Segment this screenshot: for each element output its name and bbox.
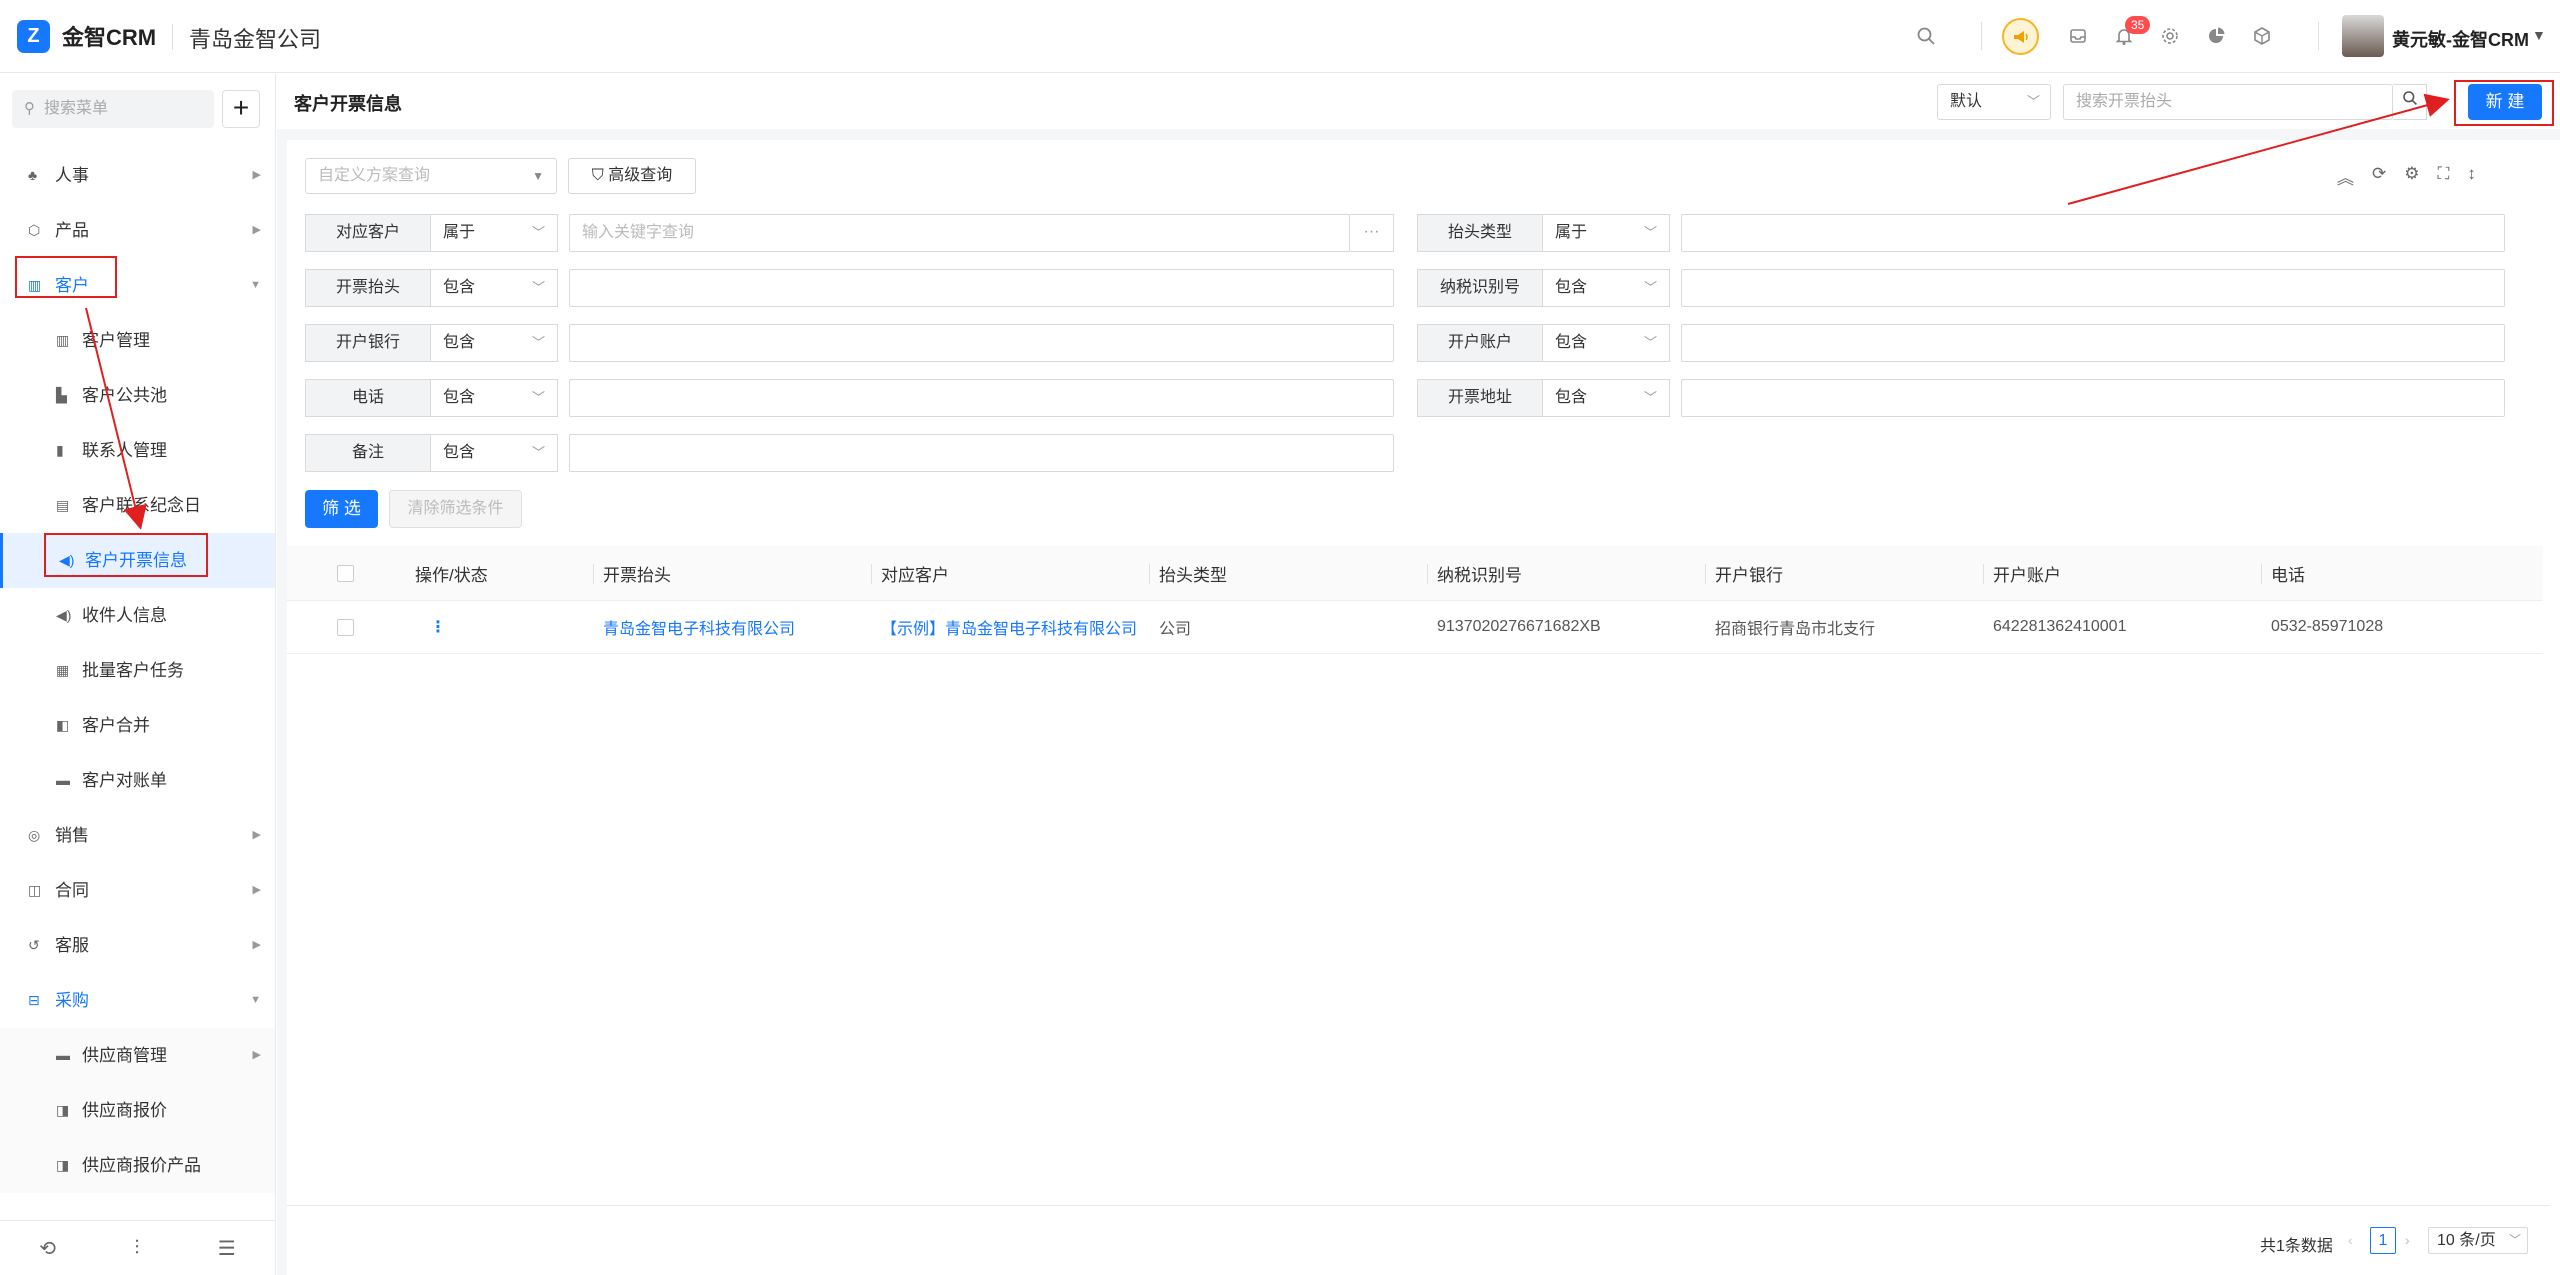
annotation-arrows [85,93,2450,530]
